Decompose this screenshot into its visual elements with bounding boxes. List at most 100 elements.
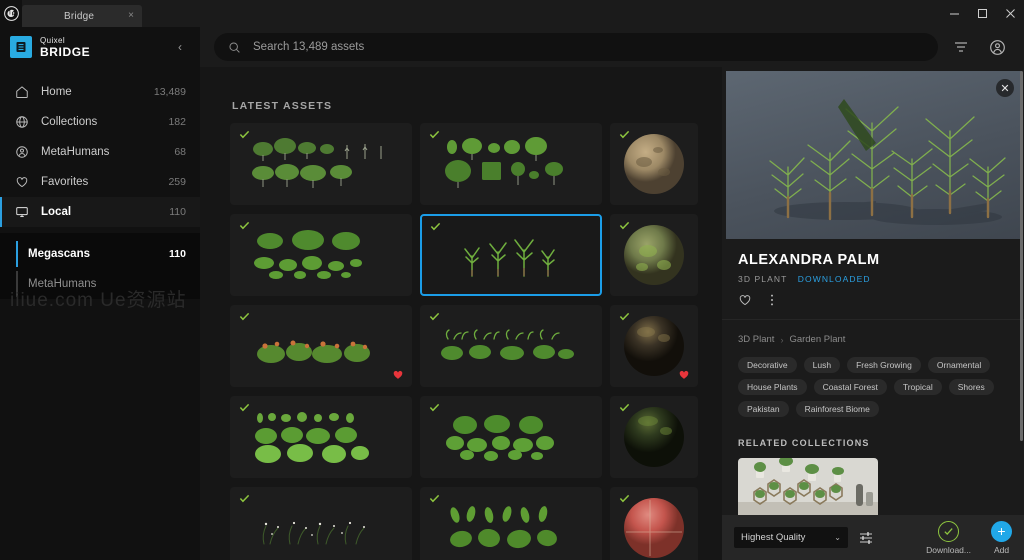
tab-bridge[interactable]: Bridge × [22, 5, 142, 27]
downloaded-check-icon [619, 220, 630, 231]
asset-card-grass-clump-pack[interactable] [420, 305, 602, 387]
sidebar-subitem-megascans[interactable]: Megascans 110 [0, 239, 200, 269]
download-complete-check-icon [938, 521, 959, 542]
asset-title: ALEXANDRA PALM [738, 252, 1024, 268]
asset-actions [738, 293, 1024, 307]
account-icon[interactable] [984, 34, 1010, 60]
tag-chip[interactable]: House Plants [738, 379, 807, 395]
asset-thumbnail [231, 124, 411, 204]
tag-chip[interactable]: Lush [804, 357, 840, 373]
close-icon[interactable] [996, 0, 1024, 27]
sidebar-item-metahumans[interactable]: MetaHumans 68 [0, 137, 200, 167]
sidebar-subitem-count: 110 [169, 248, 186, 260]
favorite-heart-icon[interactable] [679, 370, 689, 380]
tag-list: Decorative Lush Fresh Growing Ornamental… [722, 345, 1024, 417]
tag-chip[interactable]: Pakistan [738, 401, 789, 417]
asset-grid-panel: LATEST ASSETS [200, 67, 722, 560]
asset-card-flower-bed-pack[interactable] [230, 305, 412, 387]
downloaded-check-icon [429, 311, 440, 322]
asset-card-alexandra-palm-seedlings[interactable] [420, 214, 602, 296]
sidebar-item-home[interactable]: Home 13,489 [0, 77, 200, 107]
tag-chip[interactable]: Coastal Forest [814, 379, 887, 395]
asset-card-fern-pack-a[interactable] [230, 396, 412, 478]
sidebar-item-label: Home [41, 86, 142, 98]
globe-icon [14, 115, 29, 130]
brand-header: Quixel BRIDGE ‹ [0, 27, 200, 67]
top-bar: Search 13,489 assets [200, 27, 1024, 67]
asset-thumbnail [421, 488, 601, 560]
quixel-bridge-logo-icon [10, 36, 32, 58]
breadcrumb-parent[interactable]: 3D Plant [738, 334, 774, 345]
favorite-heart-icon[interactable] [393, 370, 403, 380]
maximize-icon[interactable] [968, 0, 996, 27]
asset-card-shrub-pack-a[interactable] [230, 214, 412, 296]
more-options-kebab-icon[interactable] [766, 293, 780, 307]
minimize-icon[interactable] [940, 0, 968, 27]
collapse-sidebar-chevron-left-icon[interactable]: ‹ [172, 33, 188, 61]
sidebar-item-label: Favorites [41, 176, 156, 188]
tag-chip[interactable]: Decorative [738, 357, 797, 373]
favorite-outline-heart-icon[interactable] [738, 293, 752, 307]
brand-name-quixel: Quixel [40, 37, 164, 45]
asset-card-sparse-grass-pack[interactable] [230, 487, 412, 560]
asset-detail-panel: ✕ ALEXANDRA PALM 3D PLANT DOWNLOADED 3D … [722, 67, 1024, 560]
chevron-down-icon: ⌄ [834, 533, 841, 542]
close-detail-panel-icon[interactable]: ✕ [996, 79, 1014, 97]
asset-card-surface-sphere-moss[interactable] [610, 214, 698, 296]
search-input[interactable]: Search 13,489 assets [214, 33, 938, 61]
add-button[interactable]: + Add [991, 521, 1012, 555]
asset-card-bush-pack-b[interactable] [420, 396, 602, 478]
downloaded-check-icon [619, 493, 630, 504]
sidebar-item-label: Collections [41, 116, 156, 128]
filter-icon[interactable] [948, 34, 974, 60]
sidebar-item-label: Local [41, 206, 157, 218]
breadcrumb-separator-icon: › [780, 335, 783, 345]
downloaded-check-icon [429, 402, 440, 413]
sidebar-item-count: 259 [168, 176, 186, 188]
asset-card-surface-sphere-sand[interactable] [610, 123, 698, 205]
asset-card-surface-sphere-forest[interactable] [610, 396, 698, 478]
sidebar: Quixel BRIDGE ‹ Home 13,489 Collections … [0, 27, 200, 560]
title-bar: Bridge × [0, 0, 1024, 27]
downloaded-check-icon [619, 402, 630, 413]
sidebar-item-count: 182 [168, 116, 186, 128]
tab-label: Bridge [30, 11, 128, 22]
tab-close-icon[interactable]: × [128, 11, 134, 21]
downloaded-check-icon [429, 493, 440, 504]
asset-download-status: DOWNLOADED [798, 274, 871, 284]
heart-icon [14, 175, 29, 190]
quality-select[interactable]: Highest Quality ⌄ [734, 527, 848, 548]
sidebar-item-count: 13,489 [154, 86, 186, 98]
asset-card-leaf-litter-pack[interactable] [420, 487, 602, 560]
tag-chip[interactable]: Fresh Growing [847, 357, 921, 373]
asset-thumbnail [421, 306, 601, 386]
download-button[interactable]: Download... [926, 521, 971, 555]
downloaded-check-icon [239, 129, 250, 140]
breadcrumb-child[interactable]: Garden Plant [789, 334, 845, 345]
downloaded-check-icon [619, 311, 630, 322]
asset-thumbnail [231, 397, 411, 477]
detail-panel-scrollbar[interactable] [1020, 71, 1023, 441]
asset-hero-preview: ✕ [726, 71, 1022, 239]
tag-chip[interactable]: Rainforest Biome [796, 401, 879, 417]
downloaded-check-icon [429, 129, 440, 140]
asset-card-tree-pack-a[interactable] [230, 123, 412, 205]
asset-card-surface-sphere-soil[interactable] [610, 305, 698, 387]
asset-card-tree-pack-b[interactable] [420, 123, 602, 205]
tag-chip[interactable]: Shores [949, 379, 994, 395]
asset-grid [200, 123, 722, 560]
section-title-latest-assets: LATEST ASSETS [200, 67, 722, 123]
brand-text: Quixel BRIDGE [40, 37, 164, 58]
related-collection-thumbnail[interactable] [738, 458, 878, 520]
sidebar-item-count: 68 [174, 146, 186, 158]
tag-chip[interactable]: Ornamental [928, 357, 990, 373]
sidebar-item-collections[interactable]: Collections 182 [0, 107, 200, 137]
action-buttons: Download... + Add [926, 521, 1012, 555]
sidebar-item-local[interactable]: Local 110 [0, 197, 200, 227]
export-settings-icon[interactable] [858, 530, 874, 546]
tag-chip[interactable]: Tropical [894, 379, 942, 395]
quality-select-value: Highest Quality [741, 532, 834, 543]
brand-name-bridge: BRIDGE [40, 46, 164, 58]
sidebar-item-favorites[interactable]: Favorites 259 [0, 167, 200, 197]
asset-card-surface-sphere-red-rock[interactable] [610, 487, 698, 560]
